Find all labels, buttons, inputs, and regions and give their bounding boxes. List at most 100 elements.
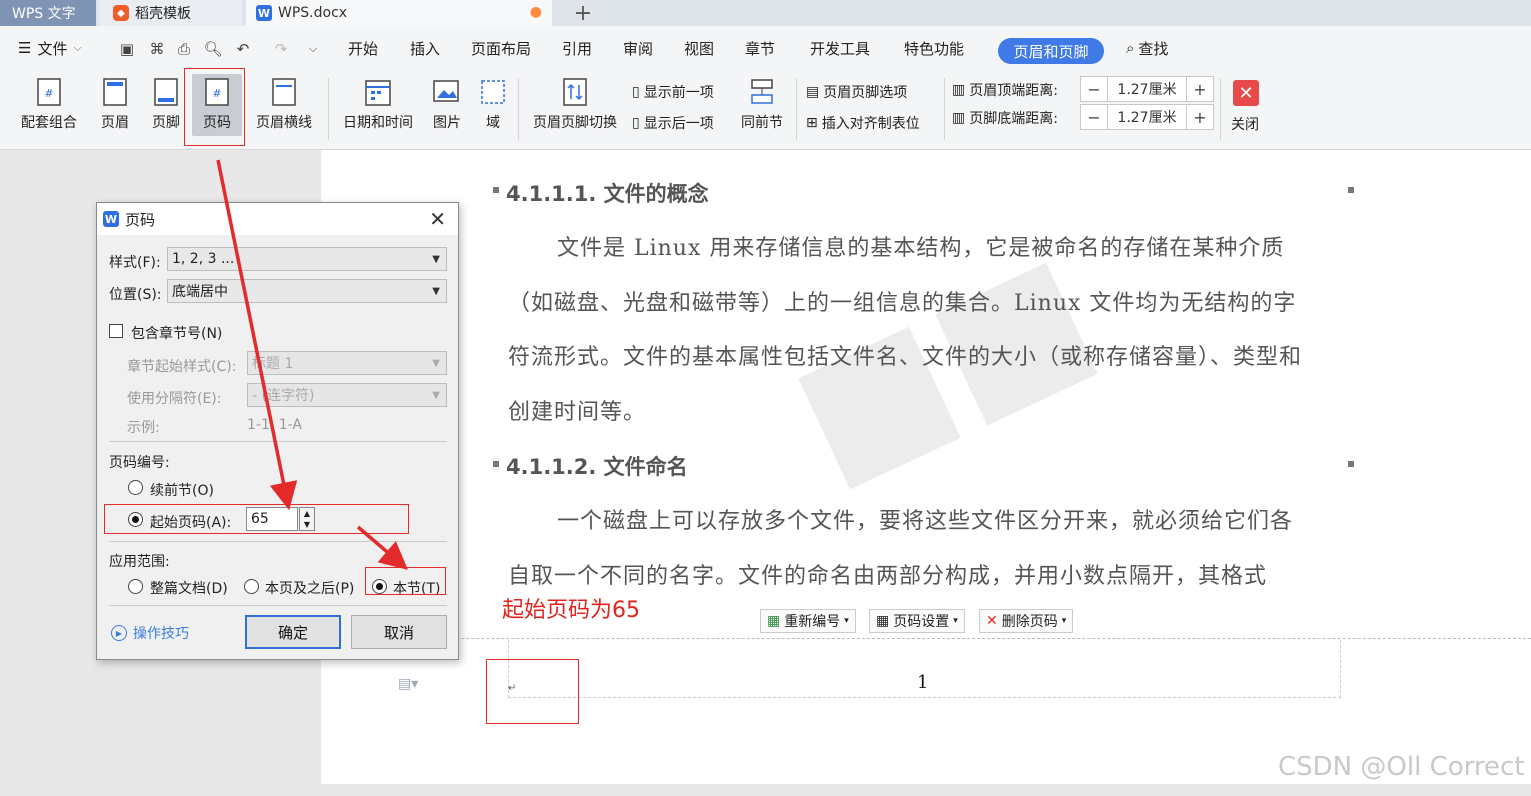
combo-label: 配套组合 [21, 115, 77, 131]
footer-page-number[interactable]: 1 [917, 672, 928, 693]
style-select[interactable]: 1, 2, 3 ... ▼ [167, 247, 447, 271]
page-prev-icon: ▯ [632, 84, 640, 100]
same-as-prev-button[interactable]: 同前节 [738, 76, 786, 140]
page-setup-button[interactable]: ▦ 页码设置 ▾ [869, 609, 965, 633]
divider [109, 441, 447, 442]
header-line-button[interactable]: 页眉横线 [248, 76, 320, 140]
header-top-stepper[interactable]: − 1.27厘米 + [1080, 76, 1214, 102]
tab-document[interactable]: W WPS.docx ● [246, 0, 552, 26]
tab-label: WPS.docx [278, 5, 348, 21]
tips-link[interactable]: ▶ 操作技巧 [111, 623, 189, 643]
menu-item-special[interactable]: 特色功能 [904, 26, 964, 70]
insert-tab-button[interactable]: ⊞ 插入对齐制表位 [806, 111, 920, 135]
hf-switch-label: 页眉页脚切换 [533, 115, 617, 131]
combo-icon: # [34, 76, 64, 108]
page-setup-icon: ▦ [876, 613, 890, 629]
header-icon [100, 76, 130, 108]
header-line-icon [269, 76, 299, 108]
menu-bar: ☰ 文件 ⌵ ▣ ⌘ ⎙ 🔍︎ ↶ ↷ ⌵ 开始 插入 页面布局 引用 审阅 视… [0, 26, 1531, 70]
search-icon: ⌕ [1126, 39, 1135, 57]
show-next-button[interactable]: ▯ 显示后一项 [632, 111, 714, 135]
menu-item-chapter[interactable]: 章节 [745, 26, 775, 70]
hf-switch-button[interactable]: 页眉页脚切换 [528, 76, 622, 140]
decrement-button[interactable]: − [1081, 105, 1107, 129]
footer-button[interactable]: 页脚 [145, 76, 187, 140]
menu-item-layout[interactable]: 页面布局 [471, 26, 531, 70]
tab-daoke-template[interactable]: ◆ 稻壳模板 [99, 0, 242, 26]
scope-after-label: 本页及之后(P) [265, 581, 355, 597]
heading-4-1-1-2: 4.1.1.2. 文件命名 [506, 455, 688, 479]
scope-whole-radio[interactable] [128, 579, 143, 594]
header-top-value[interactable]: 1.27厘米 [1107, 77, 1187, 101]
file-menu-label: 文件 [37, 39, 68, 58]
ribbon-divider [328, 78, 329, 140]
close-hf-label[interactable]: 关闭 [1231, 112, 1259, 136]
tab-label: 稻壳模板 [135, 6, 191, 22]
chapter-style-value: 标题 1 [252, 356, 294, 372]
dialog-body: 样式(F): 1, 2, 3 ... ▼ 位置(S): 底端居中 ▼ 包含章节号… [97, 235, 458, 659]
footer-bottom-value[interactable]: 1.27厘米 [1107, 105, 1187, 129]
style-value: 1, 2, 3 ... [172, 251, 235, 267]
footer-bottom-stepper[interactable]: − 1.27厘米 + [1080, 104, 1214, 130]
hf-options-button[interactable]: ▤ 页眉页脚选项 [806, 80, 907, 104]
wps-writer-icon: W [256, 5, 272, 21]
picture-button[interactable]: 图片 [426, 76, 468, 140]
separator-select[interactable]: - (连字符) ▼ [247, 383, 447, 407]
save-icon[interactable]: ▣ [118, 40, 136, 58]
continue-radio[interactable] [128, 480, 143, 495]
new-tab-button[interactable]: + [565, 0, 601, 26]
menu-item-references[interactable]: 引用 [562, 26, 592, 70]
position-select[interactable]: 底端居中 ▼ [167, 279, 447, 303]
combo-button[interactable]: # 配套组合 [14, 76, 84, 140]
header-button[interactable]: 页眉 [94, 76, 136, 140]
show-prev-button[interactable]: ▯ 显示前一项 [632, 80, 714, 104]
print-preview-icon[interactable]: 🔍︎ [203, 40, 222, 58]
menu-item-review[interactable]: 审阅 [623, 26, 653, 70]
datetime-button[interactable]: 日期和时间 [340, 76, 416, 140]
decrement-button[interactable]: − [1081, 77, 1107, 101]
scope-after-radio[interactable] [244, 579, 259, 594]
more-icon[interactable]: ⌵ [304, 40, 322, 58]
highlight-box [486, 659, 579, 724]
print-icon[interactable]: ⎙ [175, 40, 193, 58]
tab-stop-icon: ⊞ [806, 115, 818, 131]
annotation-text: 起始页码为65 [502, 598, 640, 623]
tab-wps-writer[interactable]: WPS 文字 [0, 0, 96, 26]
tab-header-footer[interactable]: 页眉和页脚 [998, 38, 1104, 64]
menu-item-developer[interactable]: 开发工具 [810, 26, 870, 70]
redo-icon[interactable]: ↷ [272, 40, 290, 58]
increment-button[interactable]: + [1187, 77, 1213, 101]
format-painter-icon[interactable]: ⌘ [148, 40, 166, 58]
field-button[interactable]: 域 [478, 76, 508, 140]
include-chapter-checkbox[interactable] [109, 324, 123, 338]
unsaved-dot-icon: ● [529, 4, 542, 20]
footer-options-icon[interactable]: ▤▾ [398, 676, 418, 692]
close-icon[interactable]: ✕ [429, 207, 446, 231]
increment-button[interactable]: + [1187, 105, 1213, 129]
menu-item-insert[interactable]: 插入 [410, 26, 440, 70]
ribbon-divider [796, 78, 797, 140]
scope-label: 应用范围: [109, 554, 170, 570]
chapter-style-select[interactable]: 标题 1 ▼ [247, 351, 447, 375]
search-button[interactable]: ⌕ 查找 [1126, 26, 1168, 70]
same-as-prev-label: 同前节 [741, 115, 783, 131]
undo-icon[interactable]: ↶ [234, 40, 252, 58]
paragraph-line: 文件是 Linux 用来存储信息的基本结构，它是被命名的存储在某种介质 [557, 236, 1285, 261]
delete-icon: ✕ [986, 613, 998, 629]
close-icon[interactable]: ✕ [1233, 80, 1259, 106]
page-next-icon: ▯ [632, 115, 640, 131]
chapter-style-label: 章节起始样式(C): [127, 359, 237, 375]
delete-page-number-button[interactable]: ✕ 删除页码 ▾ [979, 609, 1074, 633]
divider [109, 541, 447, 542]
menu-item-home[interactable]: 开始 [348, 26, 378, 70]
highlight-box [184, 68, 245, 146]
menu-item-view[interactable]: 视图 [684, 26, 714, 70]
show-prev-label: 显示前一项 [643, 85, 714, 101]
chevron-down-icon: ▼ [432, 286, 440, 297]
paragraph-line: 一个磁盘上可以存放多个文件，要将这些文件区分开来，就必须给它们各 [557, 509, 1294, 534]
ok-button[interactable]: 确定 [245, 615, 341, 649]
footer-bottom-distance: ▥ 页脚底端距离: [952, 106, 1058, 130]
file-menu[interactable]: ☰ 文件 ⌵ [18, 26, 82, 70]
renumber-button[interactable]: ▦ 重新编号 ▾ [760, 609, 856, 633]
cancel-button[interactable]: 取消 [351, 615, 447, 649]
